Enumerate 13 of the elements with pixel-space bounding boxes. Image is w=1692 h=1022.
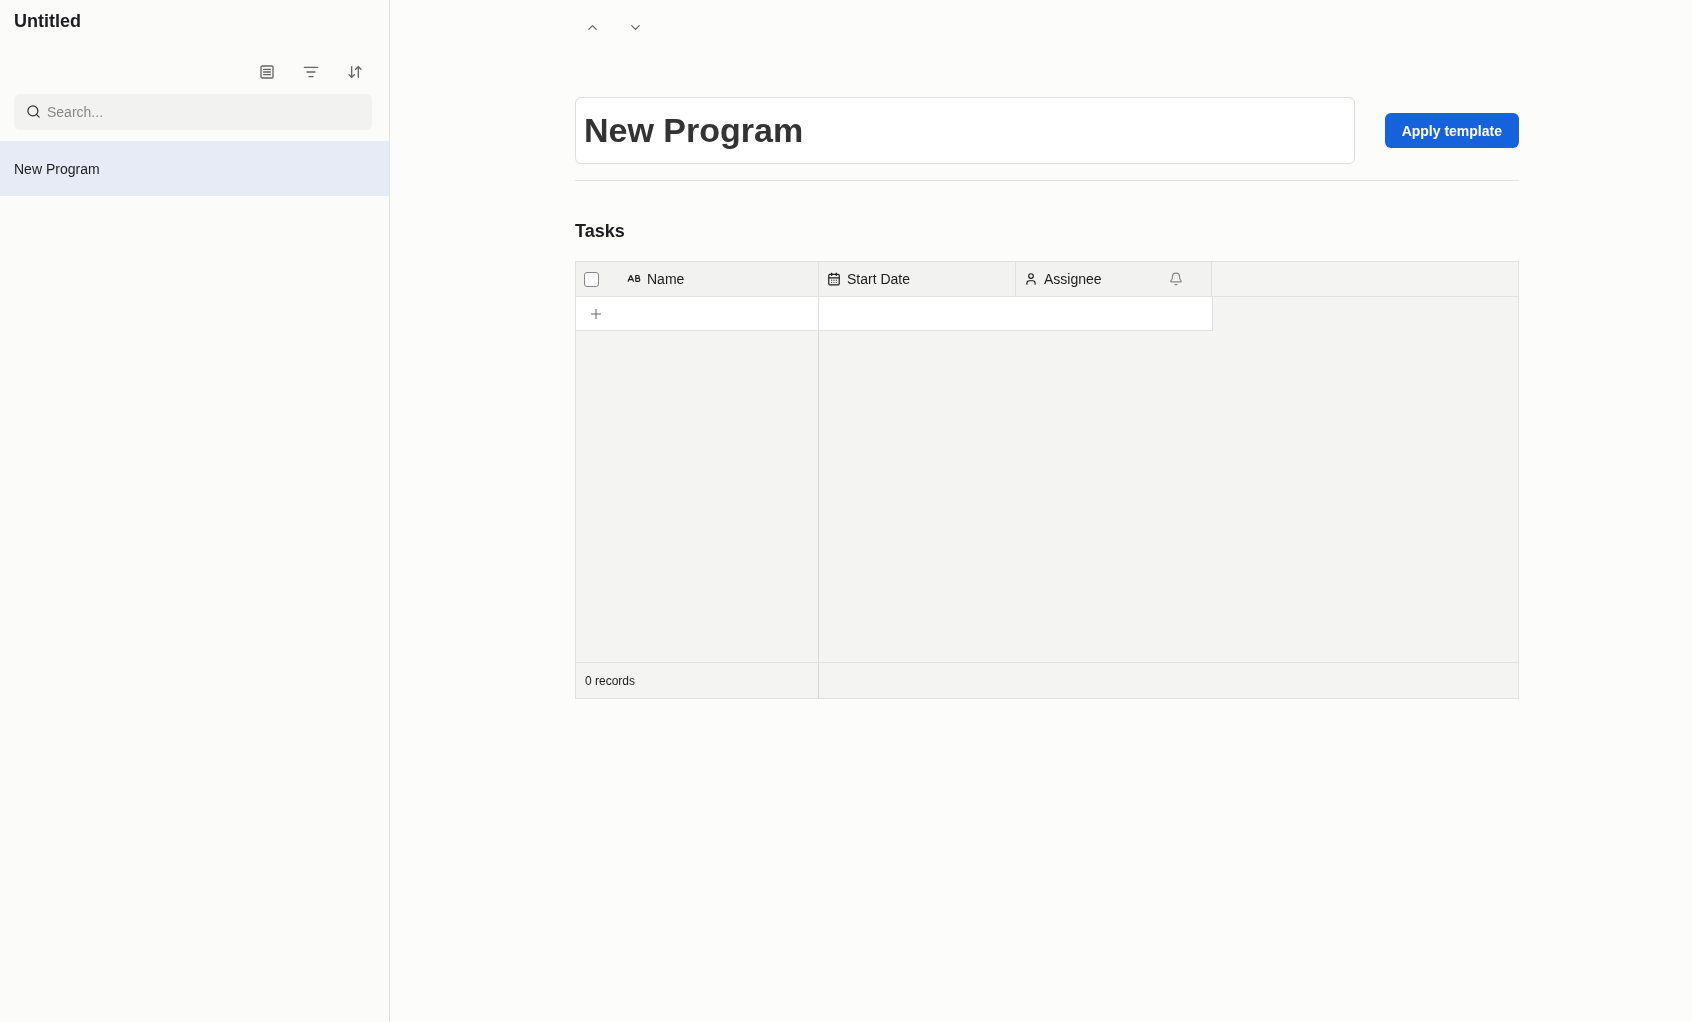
person-icon — [1024, 272, 1038, 286]
search-icon — [26, 104, 41, 119]
calendar-icon — [827, 272, 841, 286]
checkbox[interactable] — [584, 271, 599, 287]
title-field[interactable]: New Program — [575, 97, 1355, 164]
search-field[interactable]: Search... — [14, 94, 372, 130]
record-count: 0 records — [576, 663, 819, 698]
list-view-icon[interactable] — [257, 62, 277, 82]
sidebar-item[interactable]: New Program — [0, 141, 389, 196]
bell-icon — [1169, 272, 1183, 286]
sidebar-title: Untitled — [13, 10, 82, 33]
apply-template-button[interactable]: Apply template — [1384, 113, 1519, 148]
section-heading: Tasks — [575, 221, 626, 242]
